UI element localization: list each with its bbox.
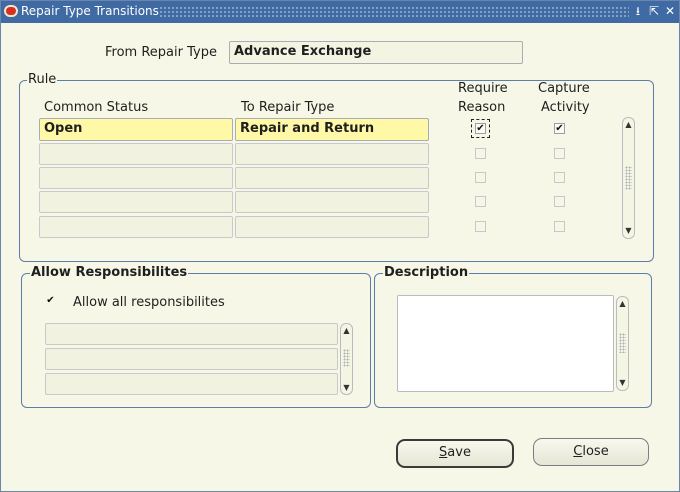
capture-activity-header-line1: Capture	[538, 81, 590, 96]
require-reason-checkbox[interactable]	[475, 172, 486, 183]
to-repair-type-field[interactable]	[235, 143, 429, 165]
repair-type-transitions-window: Repair Type Transitions ⭳ ⇱ ✕ From Repai…	[0, 0, 680, 492]
capture-activity-checkbox[interactable]	[554, 148, 565, 159]
save-label-rest: ave	[447, 445, 471, 460]
common-status-field[interactable]	[39, 167, 233, 189]
require-reason-header-line2: Reason	[458, 100, 506, 115]
to-repair-type-field[interactable]	[235, 191, 429, 213]
rule-group-title: Rule	[27, 72, 58, 87]
common-status-field[interactable]	[39, 143, 233, 165]
responsibility-field[interactable]	[45, 348, 338, 370]
from-repair-type-field[interactable]: Advance Exchange	[229, 41, 523, 64]
title-bar-pattern	[159, 6, 629, 17]
title-bar[interactable]: Repair Type Transitions ⭳ ⇱ ✕	[1, 1, 679, 23]
to-repair-type-field[interactable]: Repair and Return	[235, 118, 429, 141]
close-button[interactable]: Close	[533, 438, 649, 466]
require-reason-checkbox[interactable]	[475, 196, 486, 207]
minimize-icon[interactable]: ⭳	[631, 3, 645, 19]
require-reason-checkbox[interactable]	[475, 221, 486, 232]
capture-activity-checkbox[interactable]	[554, 221, 565, 232]
capture-activity-checkbox[interactable]	[554, 196, 565, 207]
allow-all-responsibilities-label: Allow all responsibilites	[73, 295, 225, 310]
common-status-field[interactable]: Open	[39, 118, 233, 141]
scroll-down-icon[interactable]: ▼	[623, 225, 634, 237]
capture-activity-header-line2: Activity	[541, 100, 590, 115]
common-status-field[interactable]	[39, 216, 233, 238]
save-button[interactable]: Save	[396, 439, 514, 468]
oracle-logo-icon	[4, 5, 18, 17]
scroll-up-icon[interactable]: ▲	[617, 298, 628, 310]
scroll-grip-icon[interactable]	[343, 349, 350, 367]
scroll-grip-icon[interactable]	[619, 333, 626, 353]
description-title: Description	[383, 265, 470, 280]
close-mnemonic: C	[573, 444, 583, 459]
to-repair-type-field[interactable]	[235, 216, 429, 238]
close-label-rest: lose	[582, 444, 609, 459]
rule-scrollbar[interactable]: ▲ ▼	[622, 117, 635, 239]
require-reason-header-line1: Require	[458, 81, 508, 96]
to-repair-type-field[interactable]	[235, 167, 429, 189]
scroll-down-icon[interactable]: ▼	[617, 377, 628, 389]
require-reason-checkbox[interactable]: ✔	[471, 119, 490, 138]
common-status-field[interactable]	[39, 191, 233, 213]
responsibility-field[interactable]	[45, 323, 338, 345]
description-scrollbar[interactable]: ▲ ▼	[616, 296, 629, 391]
responsibilities-scrollbar[interactable]: ▲ ▼	[340, 323, 353, 395]
allow-responsibilities-title: Allow Responsibilites	[30, 265, 189, 280]
common-status-header: Common Status	[44, 100, 149, 115]
require-reason-checkbox[interactable]	[475, 148, 486, 159]
window-title: Repair Type Transitions	[21, 4, 159, 18]
scroll-up-icon[interactable]: ▲	[341, 325, 352, 337]
scroll-down-icon[interactable]: ▼	[341, 382, 352, 394]
description-textarea[interactable]	[397, 295, 614, 392]
from-repair-type-label: From Repair Type	[105, 45, 217, 60]
close-window-icon[interactable]: ✕	[663, 3, 677, 19]
to-repair-type-header: To Repair Type	[241, 100, 335, 115]
responsibility-field[interactable]	[45, 373, 338, 395]
scroll-up-icon[interactable]: ▲	[623, 119, 634, 131]
capture-activity-checkbox[interactable]: ✔	[554, 123, 565, 134]
restore-icon[interactable]: ⇱	[647, 3, 661, 19]
allow-all-responsibilities-checkbox[interactable]: ✔	[45, 296, 56, 307]
capture-activity-checkbox[interactable]	[554, 172, 565, 183]
scroll-grip-icon[interactable]	[625, 166, 632, 190]
